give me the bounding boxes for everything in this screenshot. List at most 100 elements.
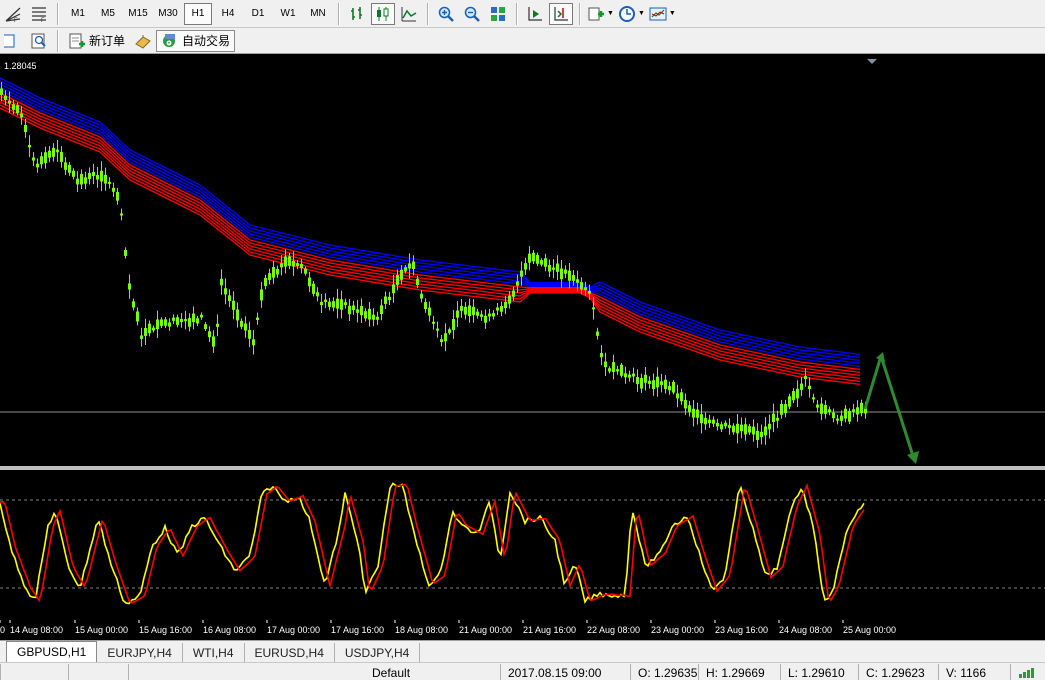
candle-body [96,175,99,180]
candle-body [536,254,539,264]
candle-body [632,373,635,377]
candle-body [500,306,503,312]
zoom-in-icon[interactable] [434,3,458,25]
timeframe-m5[interactable]: M5 [94,3,122,25]
candle-body [672,381,675,393]
candle-body [80,173,83,185]
candle-body [856,407,859,415]
candle-body [484,315,487,323]
candle-body [720,424,723,430]
time-axis-label: 14 Aug 08:00 [10,625,63,635]
candle-body [816,404,819,408]
candle-body [52,147,55,157]
candle-body [504,301,507,309]
timeframe-m30[interactable]: M30 [154,3,182,25]
chart-shift-icon[interactable] [549,2,573,25]
candle-body [740,424,743,432]
timeframe-h1[interactable]: H1 [184,2,212,25]
tile-windows-icon[interactable] [486,3,510,25]
time-axis-label: 15 Aug 00:00 [75,625,128,635]
candle-body [148,323,151,334]
candle-body [804,376,807,379]
candle-body [332,301,335,308]
connection-status-icon[interactable] [1018,667,1040,678]
candle-body [404,267,407,272]
new-order-button[interactable]: 新订单 [63,30,130,52]
timeframe-m1[interactable]: M1 [64,3,92,25]
indicators-icon[interactable]: ▼ [586,3,615,25]
bar-chart-icon[interactable] [345,3,369,25]
candle-body [260,289,263,301]
time-axis-label: 17 Aug 00:00 [267,625,320,635]
candle-body [812,397,815,400]
zoom-out-icon[interactable] [460,3,484,25]
time-axis-label: 18 Aug 08:00 [395,625,448,635]
fibo-fan-icon[interactable]: F [1,3,25,25]
auto-trade-button[interactable]: 自动交易 [156,29,236,52]
candle-body [136,311,139,322]
standard-toolbar: 新订单 自动交易 [0,28,1045,54]
candle-body [120,213,123,216]
candle-body [140,335,143,339]
candle-body [208,331,211,338]
auto-scroll-icon[interactable] [523,3,547,25]
tab-eurjpy-h4[interactable]: EURJPY,H4 [97,643,183,662]
tab-wti-h4[interactable]: WTI,H4 [183,643,245,662]
timeframe-d1[interactable]: D1 [244,3,272,25]
candle-body [320,301,323,306]
candle-body [528,253,531,263]
tab-gbpusd-h1[interactable]: GBPUSD,H1 [6,641,98,662]
candle-body [104,174,107,184]
candle-body [92,171,95,177]
timeframe-h4[interactable]: H4 [214,3,242,25]
tab-eurusd-h4[interactable]: EURUSD,H4 [245,643,335,662]
strategy-tester-icon[interactable] [27,30,51,52]
expert-advisor-icon[interactable] [131,30,155,52]
templates-icon[interactable]: ▼ [648,3,677,25]
candle-body [392,284,395,294]
candle-body [20,113,23,118]
candle-body [852,409,855,412]
price-chart[interactable]: 1.28045 0 14 Aug 08:00 15 Aug 00:00 15 Aug … [0,56,1045,640]
candle-body [492,313,495,317]
periodicity-icon[interactable]: ▼ [617,3,646,25]
candle-body [388,296,391,301]
candle-body [0,88,3,95]
toolbar-separator [338,2,339,25]
candle-body [568,270,571,281]
candlestick-chart-icon[interactable] [371,2,395,25]
candle-body [540,260,543,265]
candle-body [808,385,811,390]
candle-body [772,413,775,423]
candle-body [608,368,611,372]
candle-body [436,328,439,331]
tab-usdjpy-h4[interactable]: USDJPY,H4 [335,643,421,662]
candle-body [220,278,223,286]
candle-body [244,323,247,331]
candle-body [164,319,167,326]
candle-body [60,151,63,162]
candle-body [416,278,419,285]
timeframe-mn[interactable]: MN [304,3,332,25]
candle-body [372,314,375,320]
candle-body [36,163,39,168]
candle-body [732,425,735,433]
candle-body [476,311,479,316]
timeframe-m15[interactable]: M15 [124,3,152,25]
time-axis-label: 23 Aug 16:00 [715,625,768,635]
line-chart-icon[interactable] [397,3,421,25]
candle-body [440,339,443,342]
fibo-levels-icon[interactable]: F [27,3,51,25]
candle-body [212,336,215,347]
candle-body [600,353,603,358]
candle-body [276,268,279,275]
time-axis-label: 23 Aug 00:00 [651,625,704,635]
candle-body [364,311,367,319]
timeframe-w1[interactable]: W1 [274,3,302,25]
new-chart-icon[interactable] [1,30,25,52]
candle-body [228,295,231,302]
subwindow-separator[interactable] [0,466,1045,470]
price-label: 1.28045 [4,61,37,71]
candle-body [420,293,423,299]
candle-body [248,329,251,339]
